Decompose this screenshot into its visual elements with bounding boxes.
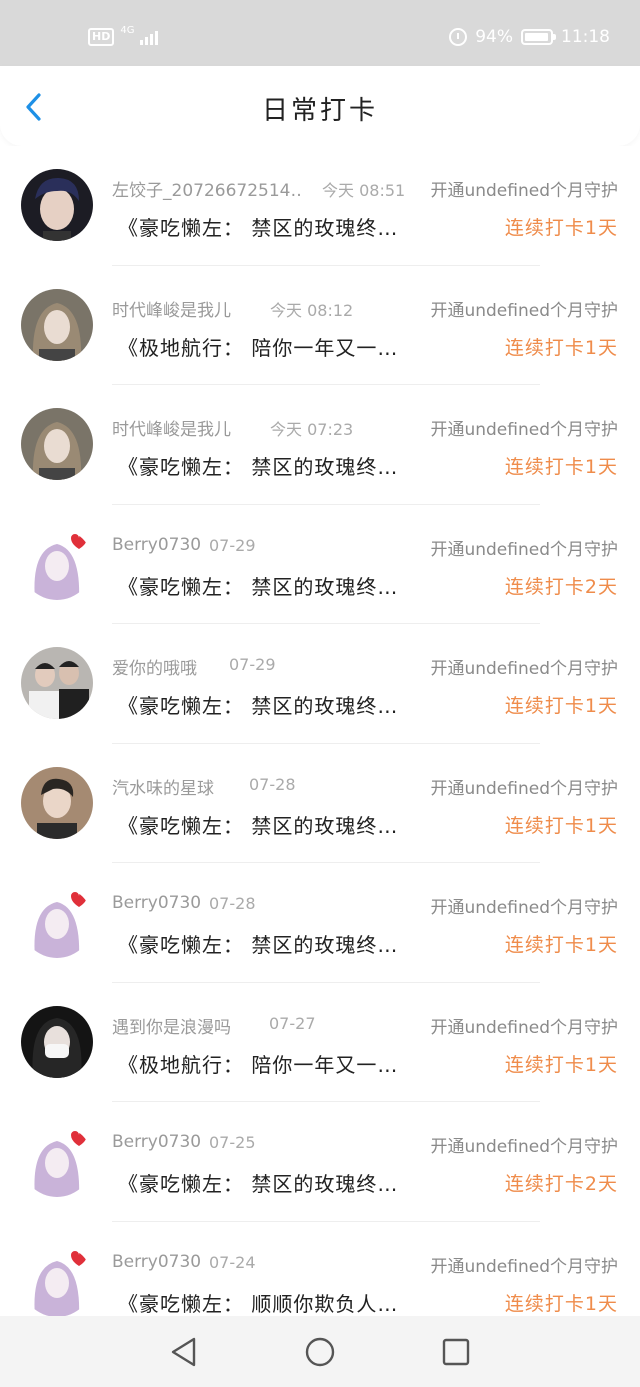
guard-subscription-label: 开通undefined个月守护 — [430, 1256, 618, 1277]
signal-icon — [140, 29, 159, 45]
book-quote[interactable]: 《豪吃懒左： 禁区的玫瑰终… — [118, 451, 398, 480]
status-bar: HD 4G 94% 11:18 — [0, 0, 640, 66]
checkin-time: 今天 07:23 — [270, 420, 354, 439]
hd-badge: HD — [88, 28, 115, 46]
checkin-row[interactable]: Berry0730 07-29 开通undefined个月守护《豪吃懒左： 禁区的玫… — [0, 505, 640, 624]
user-name[interactable]: Berry0730 — [112, 893, 201, 913]
guard-subscription-label: 开通undefined个月守护 — [430, 300, 618, 321]
avatar-image — [21, 169, 93, 241]
streak-label: 连续打卡1天 — [504, 1292, 618, 1315]
system-back-button[interactable] — [166, 1334, 202, 1370]
checkin-time: 07-29 — [229, 655, 276, 674]
book-quote[interactable]: 《豪吃懒左： 禁区的玫瑰终… — [118, 212, 398, 241]
avatar-image — [21, 1125, 93, 1197]
streak-label: 连续打卡1天 — [504, 934, 618, 956]
checkin-row[interactable]: Berry0730 07-25 开通undefined个月守护《豪吃懒左： 禁区的玫… — [0, 1102, 640, 1222]
avatar-image — [21, 1005, 93, 1078]
battery-percent: 94% — [475, 27, 513, 47]
page-title: 日常打卡 — [261, 96, 378, 126]
streak-label: 连续打卡1天 — [504, 814, 618, 837]
book-quote[interactable]: 《豪吃懒左： 禁区的玫瑰终… — [118, 929, 398, 958]
system-recents-button[interactable] — [438, 1334, 474, 1370]
user-name[interactable]: Berry0730 — [112, 1252, 201, 1272]
recents-square-icon — [442, 1338, 470, 1366]
avatar[interactable] — [21, 886, 93, 958]
avatar[interactable] — [21, 647, 93, 719]
guard-subscription-label: 开通undefined个月守护 — [430, 181, 618, 201]
clock: 11:18 — [561, 27, 610, 47]
avatar[interactable] — [21, 1244, 93, 1317]
guard-subscription-label: 开通undefined个月守护 — [430, 898, 618, 918]
checkin-list: 左饺子_20726672514… 今天 08:51 开通undefined个月守护《… — [0, 146, 640, 1341]
book-quote[interactable]: 《豪吃懒左： 禁区的玫瑰终… — [118, 571, 398, 600]
streak-label: 连续打卡1天 — [504, 1053, 618, 1076]
avatar[interactable] — [21, 766, 93, 839]
avatar-image — [21, 647, 93, 719]
checkin-row[interactable]: 时代峰峻是我儿 今天 08:12 开通undefined个月守护《极地航行： 陪你一… — [0, 266, 640, 385]
avatar-image — [21, 766, 93, 839]
book-quote[interactable]: 《豪吃懒左： 禁区的玫瑰终… — [118, 690, 398, 719]
user-name[interactable]: 爱你的哦哦 — [112, 654, 197, 679]
back-triangle-icon — [171, 1337, 196, 1367]
book-quote[interactable]: 《极地航行： 陪你一年又一… — [118, 1049, 398, 1078]
checkin-time: 07-28 — [209, 894, 256, 913]
avatar-image — [21, 527, 93, 600]
checkin-row[interactable]: Berry0730 07-28 开通undefined个月守护《豪吃懒左： 禁区的玫… — [0, 863, 640, 983]
avatar[interactable] — [21, 1125, 93, 1197]
checkin-time: 07-27 — [269, 1013, 316, 1033]
alarm-icon — [449, 28, 468, 46]
guard-subscription-label: 开通undefined个月守护 — [430, 659, 618, 679]
checkin-row[interactable]: 遇到你是浪漫吗 07-27 开通undefined个月守护《极地航行： 陪你一年又一… — [0, 983, 640, 1102]
checkin-time: 07-25 — [209, 1133, 256, 1152]
streak-label: 连续打卡2天 — [504, 1173, 618, 1195]
avatar-image — [21, 408, 93, 480]
avatar-image — [21, 886, 93, 958]
avatar-image — [21, 1244, 93, 1317]
guard-subscription-label: 开通undefined个月守护 — [430, 539, 618, 560]
checkin-time: 今天 08:12 — [270, 300, 354, 320]
streak-label: 连续打卡1天 — [504, 456, 618, 478]
user-name[interactable]: 时代峰峻是我儿 — [112, 415, 231, 440]
avatar[interactable] — [21, 527, 93, 600]
avatar[interactable] — [21, 408, 93, 480]
user-name[interactable]: 时代峰峻是我儿 — [112, 296, 231, 321]
avatar[interactable] — [21, 169, 93, 241]
book-quote[interactable]: 《豪吃懒左： 顺顺你欺负人… — [118, 1288, 398, 1317]
book-quote[interactable]: 《豪吃懒左： 禁区的玫瑰终… — [118, 810, 398, 839]
book-quote[interactable]: 《极地航行： 陪你一年又一… — [118, 332, 398, 361]
checkin-row[interactable]: 时代峰峻是我儿 今天 07:23 开通undefined个月守护《豪吃懒左： 禁区的… — [0, 385, 640, 505]
user-name[interactable]: 汽水味的星球 — [112, 774, 214, 799]
checkin-time: 今天 08:51 — [322, 181, 406, 200]
guard-subscription-label: 开通undefined个月守护 — [430, 1137, 618, 1157]
checkin-time: 07-29 — [209, 535, 256, 555]
avatar[interactable] — [21, 288, 93, 361]
checkin-time: 07-28 — [249, 774, 296, 794]
streak-label: 连续打卡1天 — [504, 695, 618, 717]
avatar-image — [21, 288, 93, 361]
streak-label: 连续打卡1天 — [504, 217, 618, 239]
header-bar: 日常打卡 — [0, 66, 640, 146]
checkin-time: 07-24 — [209, 1252, 256, 1272]
user-name[interactable]: 左饺子_20726672514… — [112, 176, 302, 201]
status-right: 94% 11:18 — [449, 27, 610, 47]
guard-subscription-label: 开通undefined个月守护 — [430, 420, 618, 440]
streak-label: 连续打卡2天 — [504, 575, 618, 598]
guard-subscription-label: 开通undefined个月守护 — [430, 778, 618, 799]
system-home-button[interactable] — [302, 1334, 338, 1370]
user-name[interactable]: Berry0730 — [112, 1132, 201, 1152]
battery-icon — [521, 29, 556, 45]
guard-subscription-label: 开通undefined个月守护 — [430, 1017, 618, 1038]
home-circle-icon — [305, 1337, 335, 1367]
user-name[interactable]: 遇到你是浪漫吗 — [112, 1013, 231, 1038]
streak-label: 连续打卡1天 — [504, 336, 618, 359]
user-name[interactable]: Berry0730 — [112, 535, 201, 555]
status-left: HD 4G — [88, 25, 159, 46]
checkin-row[interactable]: 爱你的哦哦 07-29 开通undefined个月守护《豪吃懒左： 禁区的玫瑰终… 连… — [0, 624, 640, 744]
network-type: 4G — [120, 25, 135, 36]
checkin-row[interactable]: 汽水味的星球 07-28 开通undefined个月守护《豪吃懒左： 禁区的玫瑰终…… — [0, 744, 640, 863]
avatar[interactable] — [21, 1005, 93, 1078]
checkin-row[interactable]: 左饺子_20726672514… 今天 08:51 开通undefined个月守护《… — [0, 146, 640, 266]
system-navigation-bar — [0, 1316, 640, 1387]
book-quote[interactable]: 《豪吃懒左： 禁区的玫瑰终… — [118, 1168, 398, 1197]
